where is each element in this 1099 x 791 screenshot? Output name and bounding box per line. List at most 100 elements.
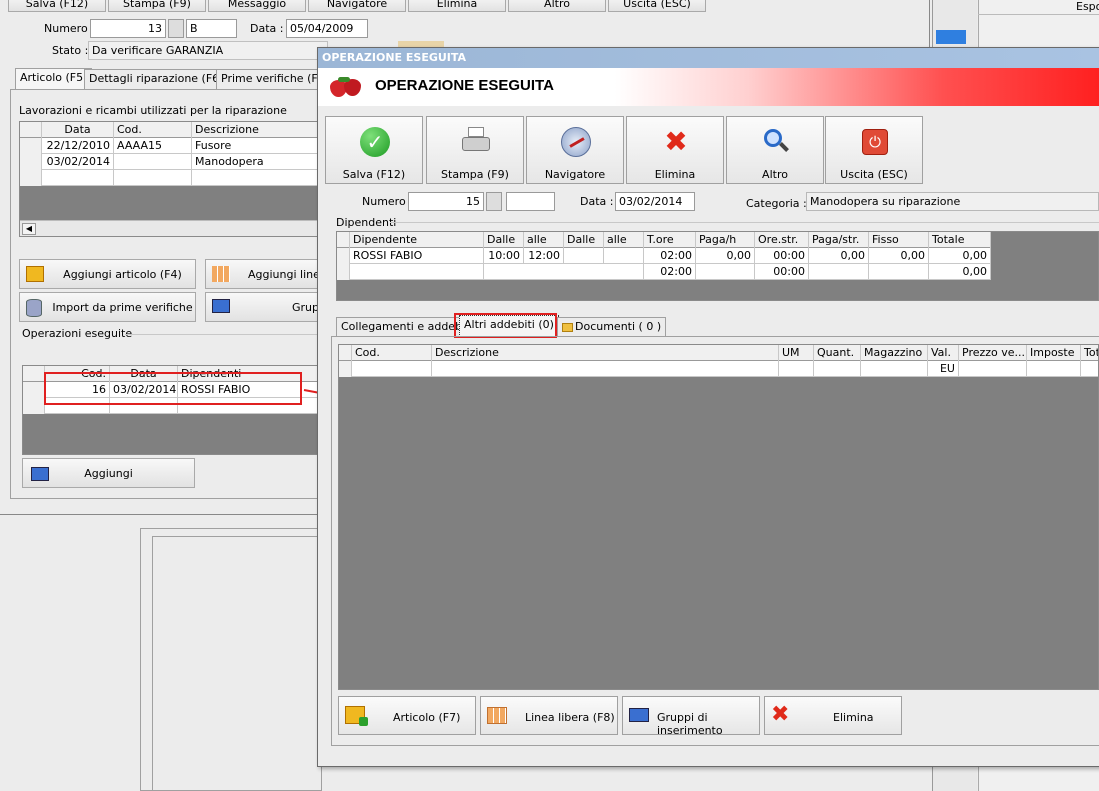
bg-series-field[interactable]: B bbox=[186, 19, 237, 38]
power-icon: ⏻ bbox=[862, 129, 888, 155]
bg-data-field[interactable]: 05/04/2009 bbox=[286, 19, 368, 38]
dialog-categoria-label: Categoria : bbox=[746, 197, 807, 210]
dialog-articolo-label: Articolo (F7) bbox=[393, 711, 461, 724]
empty-cell bbox=[959, 361, 1027, 377]
dip-total-cell-orestr: 00:00 bbox=[755, 264, 809, 280]
dialog-dipendenti-grid[interactable]: Dipendente Dalle alle Dalle alle T.ore P… bbox=[336, 231, 1099, 301]
row-indicator bbox=[23, 398, 45, 414]
empty-cell bbox=[432, 361, 779, 377]
dialog-salva-button[interactable]: ✓ Salva (F12) bbox=[325, 116, 423, 184]
table-row[interactable]: EU bbox=[339, 361, 1098, 377]
dip-cell-alle: 12:00 bbox=[524, 248, 564, 264]
grid-add-icon bbox=[212, 266, 230, 282]
table-row[interactable]: ROSSI FABIO 10:00 12:00 02:00 0,00 00:00… bbox=[337, 248, 991, 264]
bg-data-label: Data : bbox=[250, 22, 284, 35]
bg-operazioni-title: Operazioni eseguite bbox=[22, 327, 133, 340]
bg-tab-prime-verifiche[interactable]: Prime verifiche (F7 bbox=[216, 69, 330, 89]
empty-cell bbox=[861, 361, 928, 377]
bg-messaggio-button[interactable]: Messaggio bbox=[208, 0, 306, 12]
add-header-descrizione: Descrizione bbox=[432, 345, 779, 361]
dialog-linea-libera-label: Linea libera (F8) bbox=[525, 711, 615, 724]
dialog-gruppi-label: Gruppi di inserimento bbox=[657, 711, 723, 737]
dialog-elimina-bottom-button[interactable]: ✖ Elimina bbox=[764, 696, 902, 735]
add-header-imposte: Imposte bbox=[1027, 345, 1081, 361]
dialog-series-field[interactable] bbox=[506, 192, 555, 211]
bg-lav-header-cod: Cod. bbox=[114, 122, 192, 138]
dialog-stampa-label: Stampa (F9) bbox=[441, 168, 509, 181]
bg-stato-field[interactable]: Da verificare GARANZIA bbox=[88, 41, 328, 60]
bg-navigatore-button[interactable]: Navigatore bbox=[308, 0, 406, 12]
bg-salva-button[interactable]: Salva (F12) bbox=[8, 0, 106, 12]
dialog-gruppi-button[interactable]: Gruppi di inserimento bbox=[622, 696, 760, 737]
bg-tab-articolo[interactable]: Articolo (F5) bbox=[15, 68, 93, 90]
scroll-left-arrow-icon[interactable]: ◀ bbox=[22, 223, 36, 235]
add-header-val: Val. bbox=[928, 345, 959, 361]
table-row[interactable] bbox=[20, 170, 318, 186]
bg-import-button[interactable]: Import da prime verifiche bbox=[19, 292, 196, 322]
bg-aggiungi-linea-button[interactable]: Aggiungi linea bbox=[205, 259, 320, 289]
bg-lav-cell-cod bbox=[114, 154, 192, 170]
dialog-altro-label: Altro bbox=[762, 168, 788, 181]
dialog-stampa-button[interactable]: Stampa (F9) bbox=[426, 116, 524, 184]
table-row[interactable]: 02:00 00:00 0,00 bbox=[337, 264, 991, 280]
dip-header-totale: Totale bbox=[929, 232, 991, 248]
add-header-cod: Cod. bbox=[352, 345, 432, 361]
tab-documenti-label: Documenti ( 0 ) bbox=[575, 320, 662, 333]
dialog-header-title: OPERAZIONE ESEGUITA bbox=[375, 77, 554, 94]
dialog-addebiti-grid[interactable]: Cod. Descrizione UM Quant. Magazzino Val… bbox=[338, 344, 1099, 690]
bg-lav-scrollbar[interactable]: ◀ bbox=[20, 220, 318, 236]
dip-header-dipendente: Dipendente bbox=[350, 232, 484, 248]
dialog-numero-field[interactable]: 15 bbox=[408, 192, 484, 211]
dialog-dipendenti-groupline bbox=[390, 222, 1099, 223]
printer-icon bbox=[461, 127, 491, 157]
bg-stampa-button[interactable]: Stampa (F9) bbox=[108, 0, 206, 12]
dip-cell-pagah: 0,00 bbox=[696, 248, 755, 264]
group-add-icon bbox=[31, 467, 49, 481]
folder-icon bbox=[562, 322, 573, 332]
bg-altro-button[interactable]: Altro bbox=[508, 0, 606, 12]
dip-total-cell-fisso bbox=[869, 264, 929, 280]
bg-lav-cell-data: 22/12/2010 bbox=[42, 138, 114, 154]
table-row[interactable]: 03/02/2014 Manodopera bbox=[20, 154, 318, 170]
dialog-elimina-button[interactable]: ✖ Elimina bbox=[626, 116, 724, 184]
dip-header-fisso: Fisso bbox=[869, 232, 929, 248]
row-indicator bbox=[337, 264, 350, 280]
compass-icon bbox=[561, 127, 591, 157]
bg-numero-spin[interactable] bbox=[168, 19, 184, 38]
bg-elimina-button[interactable]: Elimina bbox=[408, 0, 506, 12]
magnifier-icon bbox=[761, 127, 791, 157]
add-header-prezzo: Prezzo ve... bbox=[959, 345, 1027, 361]
tab-highlight bbox=[454, 313, 557, 338]
dip-cell-pagastr: 0,00 bbox=[809, 248, 869, 264]
dip-cell-dalle2 bbox=[564, 248, 604, 264]
dialog-altro-button[interactable]: Altro bbox=[726, 116, 824, 184]
bg-operazioni-highlight bbox=[44, 372, 302, 405]
row-indicator bbox=[20, 170, 42, 186]
add-cell-val: EU bbox=[928, 361, 959, 377]
dip-cell-dipendente: ROSSI FABIO bbox=[350, 248, 484, 264]
dialog-numero-spin[interactable] bbox=[486, 192, 502, 211]
bg-lav-indicator bbox=[20, 122, 42, 138]
dialog-categoria-field[interactable]: Manodopera su riparazione bbox=[806, 192, 1099, 211]
row-indicator bbox=[23, 382, 45, 398]
bg-uscita-button[interactable]: Uscita (ESC) bbox=[608, 0, 706, 12]
dialog-navigatore-button[interactable]: Navigatore bbox=[526, 116, 624, 184]
table-row[interactable]: 22/12/2010 AAAA15 Fusore bbox=[20, 138, 318, 154]
bg-tab-dettagli[interactable]: Dettagli riparazione (F6) bbox=[84, 69, 229, 89]
bg-lavorazioni-grid[interactable]: Data Cod. Descrizione 22/12/2010 AAAA15 … bbox=[19, 121, 319, 237]
bg-aggiungi-button[interactable]: Aggiungi bbox=[22, 458, 195, 488]
red-x-icon: ✖ bbox=[771, 702, 790, 727]
dialog-linea-libera-button[interactable]: Linea libera (F8) bbox=[480, 696, 618, 735]
dialog-articolo-button[interactable]: Articolo (F7) bbox=[338, 696, 476, 735]
tab-documenti[interactable]: Documenti ( 0 ) bbox=[557, 317, 667, 337]
dialog-data-field[interactable]: 03/02/2014 bbox=[615, 192, 695, 211]
dialog-dipendenti-title: Dipendenti bbox=[336, 216, 397, 229]
empty-cell bbox=[779, 361, 814, 377]
strawberry-icon bbox=[330, 77, 362, 97]
dip-total-cell-totale: 0,00 bbox=[929, 264, 991, 280]
bg-numero-field[interactable]: 13 bbox=[90, 19, 166, 38]
dialog-uscita-button[interactable]: ⏻ Uscita (ESC) bbox=[825, 116, 923, 184]
bg-gruppi-button[interactable]: Grupp bbox=[205, 292, 320, 322]
bg-op-indicator bbox=[23, 366, 45, 382]
bg-aggiungi-articolo-button[interactable]: Aggiungi articolo (F4) bbox=[19, 259, 196, 289]
